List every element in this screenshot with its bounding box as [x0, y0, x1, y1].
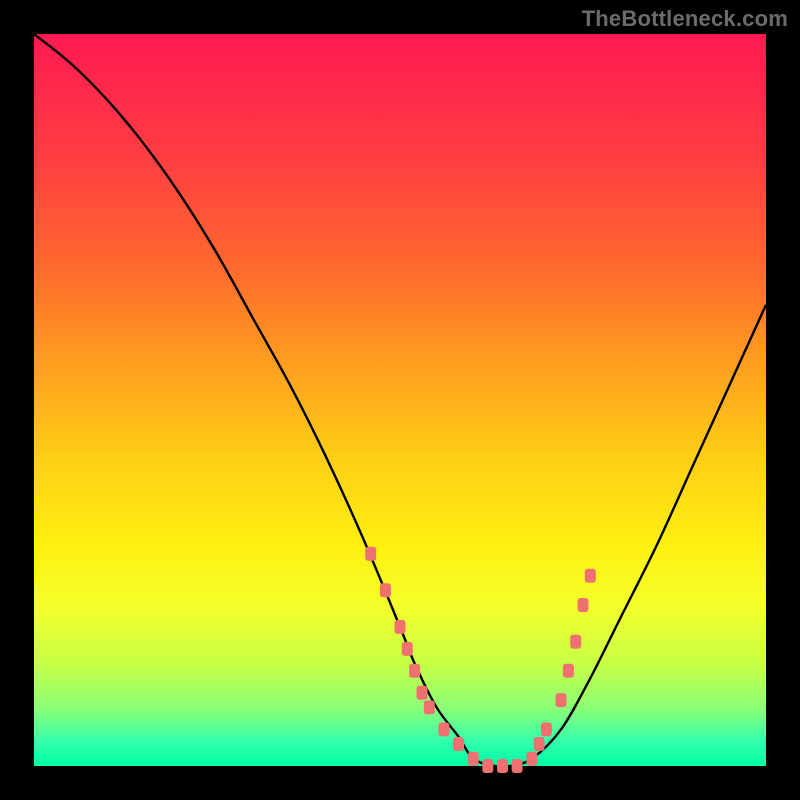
- plot-area: [34, 34, 766, 766]
- chart-frame: TheBottleneck.com: [0, 0, 800, 800]
- watermark-text: TheBottleneck.com: [582, 6, 788, 32]
